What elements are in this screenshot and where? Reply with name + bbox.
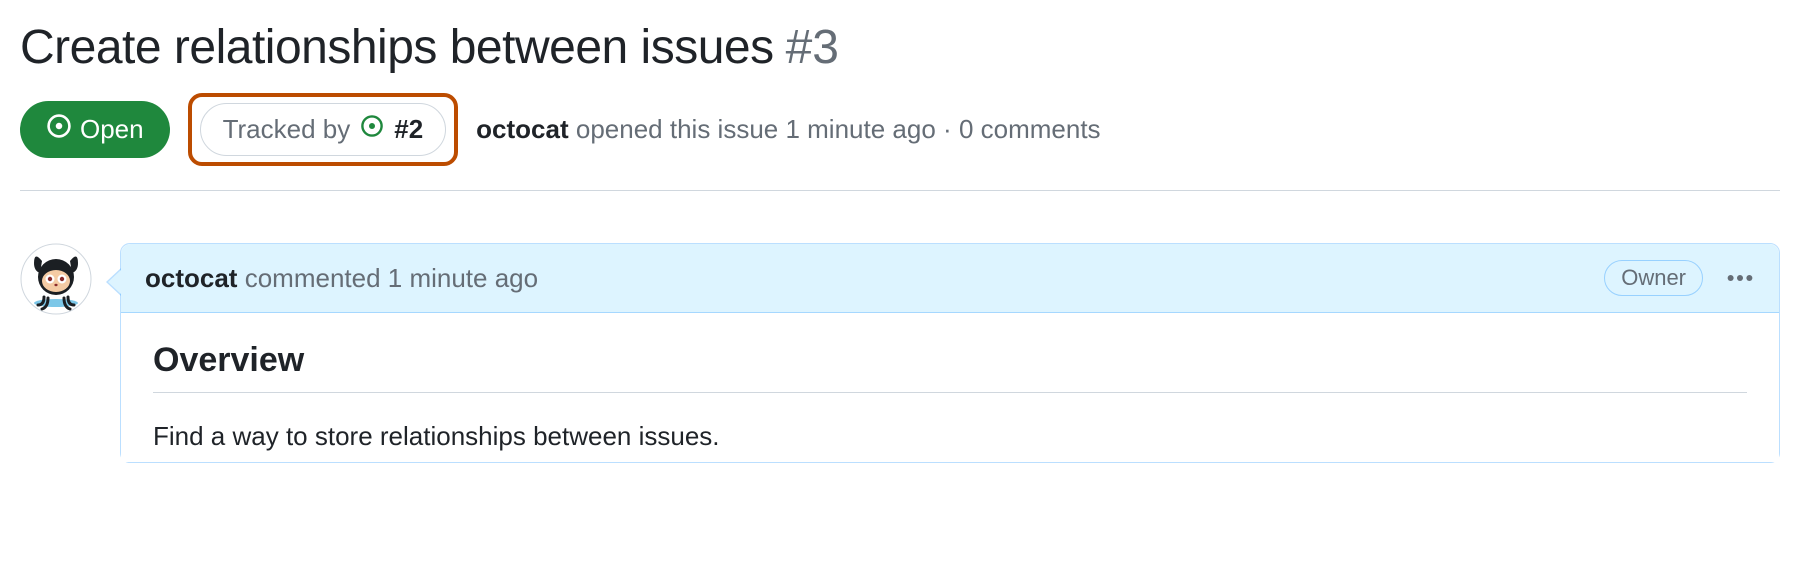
separator: · [943, 114, 952, 144]
comment-header-right: Owner [1604, 260, 1755, 296]
comment-box: octocat commented 1 minute ago Owner Ove… [120, 243, 1780, 463]
issue-opened-meta: octocat opened this issue 1 minute ago ·… [476, 114, 1100, 145]
tracked-by-label: Tracked by [223, 114, 351, 145]
comment-body-text: Find a way to store relationships betwee… [153, 421, 1747, 452]
issue-number: #3 [786, 20, 839, 75]
comment-action-text: commented 1 minute ago [245, 263, 538, 293]
comment-author-link[interactable]: octocat [145, 263, 237, 293]
comments-count: 0 comments [959, 114, 1101, 144]
issue-open-icon [46, 113, 72, 146]
kebab-menu-icon[interactable] [1725, 263, 1755, 293]
issue-title: Create relationships between issues [20, 20, 774, 75]
tracked-by-number: #2 [394, 114, 423, 145]
opened-text: opened this issue 1 minute ago [576, 114, 936, 144]
tracked-by-pill[interactable]: Tracked by #2 [200, 103, 447, 156]
issue-meta-row: Open Tracked by #2 octocat opened this i… [20, 93, 1780, 191]
status-label: Open [80, 114, 144, 145]
comment-body: Overview Find a way to store relationshi… [121, 313, 1779, 462]
issue-open-icon [360, 114, 384, 145]
timeline: octocat commented 1 minute ago Owner Ove… [20, 243, 1780, 463]
comment-header-left: octocat commented 1 minute ago [145, 263, 538, 294]
avatar[interactable] [20, 243, 92, 315]
status-badge-open: Open [20, 101, 170, 158]
owner-badge: Owner [1604, 260, 1703, 296]
issue-title-row: Create relationships between issues #3 [20, 20, 1780, 75]
comment-body-heading: Overview [153, 341, 1747, 393]
author-link[interactable]: octocat [476, 114, 568, 144]
tracked-by-highlight: Tracked by #2 [188, 93, 459, 166]
comment-header: octocat commented 1 minute ago Owner [121, 244, 1779, 313]
